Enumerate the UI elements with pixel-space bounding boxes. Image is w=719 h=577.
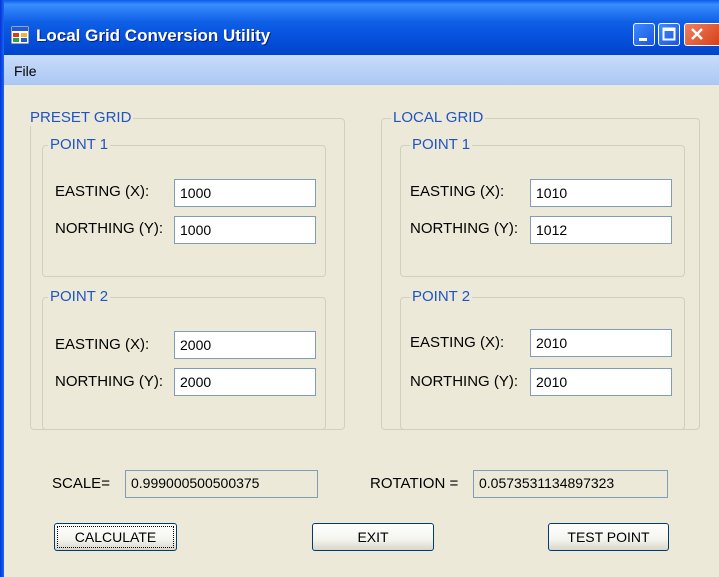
preset-p1-easting-input[interactable] xyxy=(174,179,316,207)
local-point1-legend: POINT 1 xyxy=(410,136,473,153)
local-p1-northing-label: NORTHING (Y): xyxy=(410,220,519,237)
local-point2-group xyxy=(400,297,685,430)
preset-p1-northing-label: NORTHING (Y): xyxy=(55,220,164,237)
local-p1-easting-input[interactable] xyxy=(530,179,672,207)
test-point-button[interactable]: TEST POINT xyxy=(548,523,669,551)
calculate-button[interactable]: CALCULATE xyxy=(54,523,177,551)
preset-p2-northing-input[interactable] xyxy=(174,368,316,396)
local-p2-northing-input[interactable] xyxy=(530,368,672,396)
scale-output: 0.999000500500375 xyxy=(125,470,318,498)
title-bar[interactable]: Local Grid Conversion Utility xyxy=(0,0,719,55)
maximize-button[interactable] xyxy=(658,23,680,46)
local-p2-easting-label: EASTING (X): xyxy=(410,334,505,351)
preset-p1-easting-label: EASTING (X): xyxy=(55,183,150,200)
local-p1-northing-input[interactable] xyxy=(530,216,672,244)
scale-label: SCALE= xyxy=(52,475,110,492)
menu-bar xyxy=(4,55,719,85)
local-point2-legend: POINT 2 xyxy=(410,288,473,305)
local-p1-easting-label: EASTING (X): xyxy=(410,183,505,200)
preset-p2-easting-label: EASTING (X): xyxy=(55,336,150,353)
close-icon xyxy=(691,28,703,40)
maximize-icon xyxy=(662,27,676,41)
minimize-button[interactable] xyxy=(633,23,655,46)
rotation-label: ROTATION = xyxy=(370,475,459,492)
exit-button[interactable]: EXIT xyxy=(312,523,434,551)
local-p2-easting-input[interactable] xyxy=(530,329,672,357)
window-title: Local Grid Conversion Utility xyxy=(36,26,271,45)
preset-point2-group xyxy=(42,297,326,430)
rotation-output: 0.0573531134897323 xyxy=(473,470,668,498)
menu-file[interactable]: File xyxy=(14,63,37,79)
preset-p2-northing-label: NORTHING (Y): xyxy=(55,373,164,390)
preset-p1-northing-input[interactable] xyxy=(174,216,316,244)
close-button[interactable] xyxy=(684,23,719,46)
preset-point1-group xyxy=(42,145,326,277)
minimize-icon xyxy=(639,38,647,41)
preset-point1-legend: POINT 1 xyxy=(48,136,111,153)
local-p2-northing-label: NORTHING (Y): xyxy=(410,373,519,390)
preset-p2-easting-input[interactable] xyxy=(174,331,316,359)
app-window: Local Grid Conversion Utility File PRESE… xyxy=(0,0,719,577)
preset-point2-legend: POINT 2 xyxy=(48,288,111,305)
local-point1-group xyxy=(400,145,685,277)
preset-grid-legend: PRESET GRID xyxy=(28,109,134,126)
app-icon xyxy=(11,26,29,44)
window-border xyxy=(0,0,4,577)
local-grid-legend: LOCAL GRID xyxy=(391,109,486,126)
